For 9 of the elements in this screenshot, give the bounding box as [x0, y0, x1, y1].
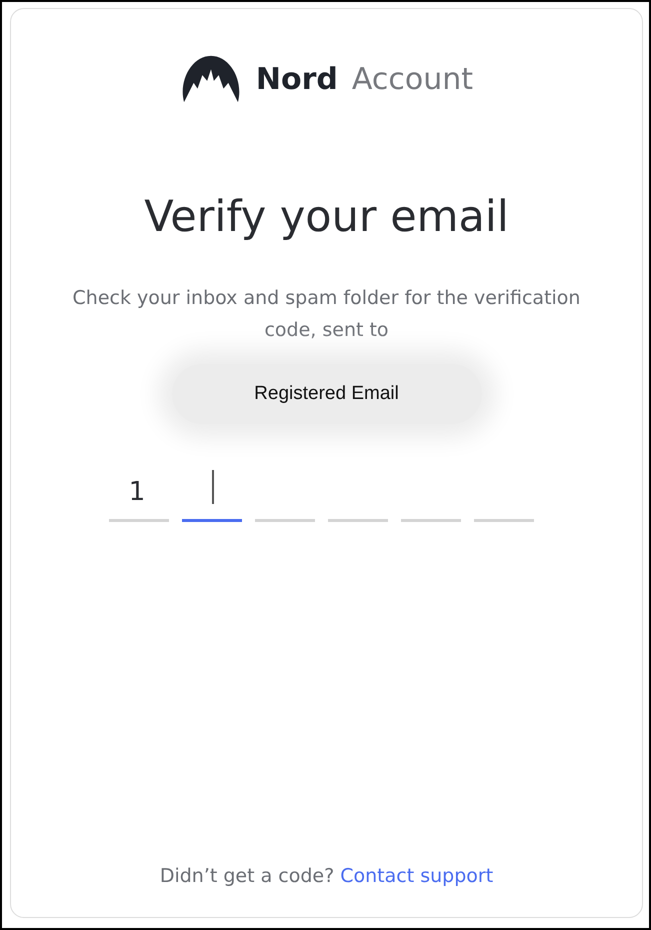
mountain-logo-icon [180, 54, 242, 104]
email-badge: Registered Email [172, 364, 482, 424]
contact-support-link[interactable]: Contact support [340, 865, 494, 887]
product-name: Account [352, 62, 474, 96]
instruction-text: Check your inbox and spam folder for the verification code, sent to [72, 286, 582, 343]
brand-name: Nord [256, 62, 338, 96]
code-digit-field[interactable]: 1 [109, 464, 169, 522]
page-title: Verify your email [144, 192, 509, 242]
footer-text: Didn’t get a code? Contact support [160, 865, 494, 887]
